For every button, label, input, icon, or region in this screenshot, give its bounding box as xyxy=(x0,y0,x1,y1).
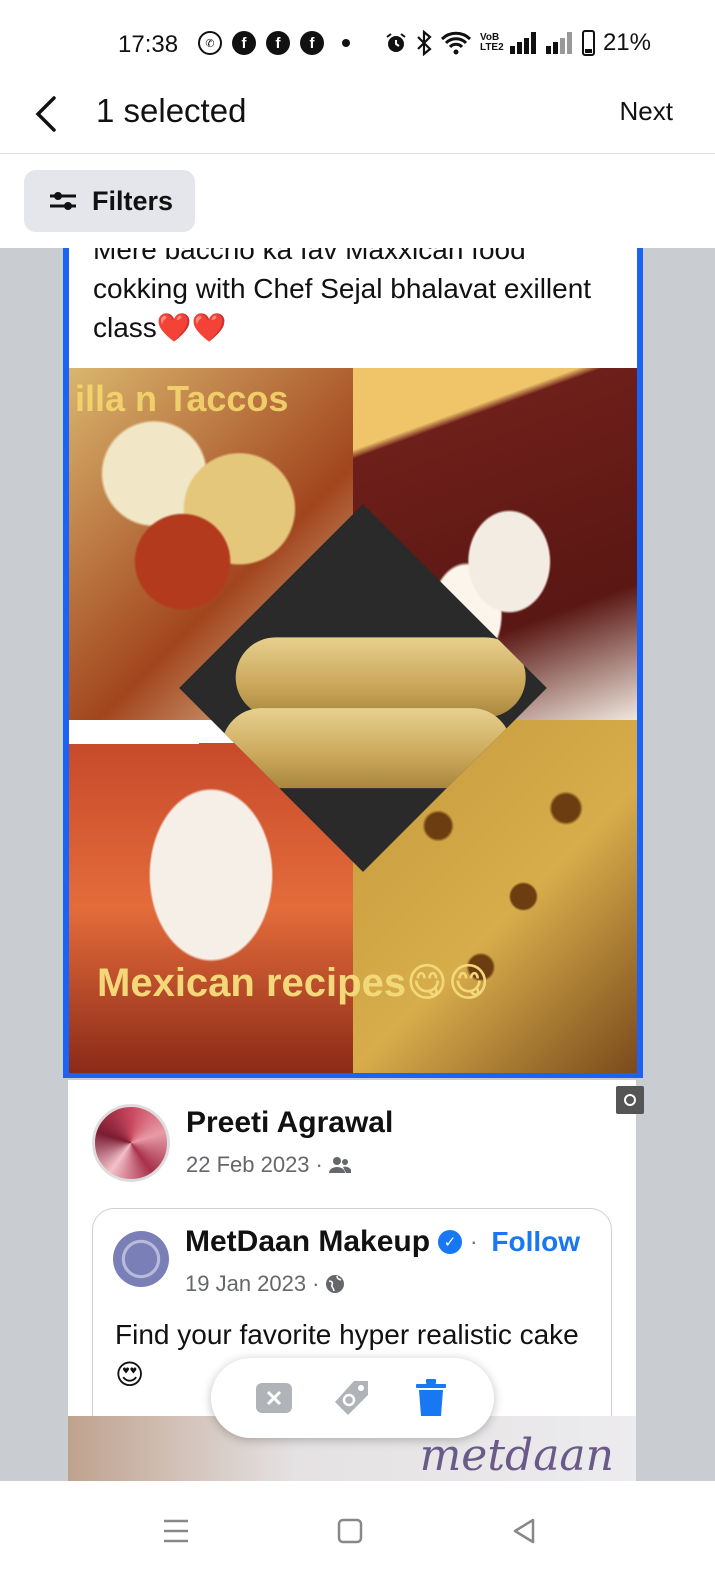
photo-caption-bottom: Mexican recipes😋😋 xyxy=(97,961,490,1005)
next-button[interactable]: Next xyxy=(620,96,673,127)
bluetooth-icon xyxy=(417,30,432,56)
menu-icon xyxy=(164,1519,188,1543)
status-bar: 17:38 ✆ f f f VoB LTE2 21% xyxy=(0,0,715,90)
page-name[interactable]: MetDaan Makeup xyxy=(185,1225,430,1259)
triangle-back-icon xyxy=(513,1518,535,1544)
battery-icon xyxy=(581,30,595,56)
facebook-icon: f xyxy=(232,31,256,55)
select-checkbox[interactable] xyxy=(616,1086,644,1114)
whatsapp-icon: ✆ xyxy=(198,31,222,55)
signal-icon-2 xyxy=(545,32,572,54)
system-nav-bar xyxy=(0,1481,715,1590)
separator-dot: · xyxy=(470,1229,478,1254)
shared-post-date: 19 Jan 2023 · xyxy=(185,1271,345,1297)
back-arrow-icon xyxy=(35,96,56,132)
shared-post-date-text: 19 Jan 2023 xyxy=(185,1271,307,1296)
home-button[interactable] xyxy=(330,1511,370,1551)
avatar[interactable] xyxy=(92,1104,170,1182)
facebook-icon: f xyxy=(300,31,324,55)
remove-button[interactable] xyxy=(252,1376,296,1420)
system-back-button[interactable] xyxy=(504,1511,544,1551)
follow-button[interactable]: Follow xyxy=(491,1226,580,1258)
post-text: Mere baccho ka fav Maxxican food cokking… xyxy=(93,248,592,343)
volte-label: VoB LTE2 xyxy=(479,32,504,53)
verified-badge-icon: ✓ xyxy=(438,1230,463,1254)
globe-icon xyxy=(326,1275,345,1293)
status-time: 17:38 xyxy=(118,31,179,58)
post-author[interactable]: Preeti Agrawal xyxy=(186,1106,393,1140)
sliders-icon xyxy=(50,192,76,210)
recent-apps-button[interactable] xyxy=(156,1511,196,1551)
selected-post-card[interactable]: Mere baccho ka fav Maxxican food cokking… xyxy=(63,248,643,1078)
friends-audience-icon xyxy=(328,1157,351,1173)
photo-caption-top: illa n Taccos xyxy=(75,378,289,419)
post-photo-collage[interactable]: illa n Taccos Mexican recipes😋😋 xyxy=(69,368,637,1073)
tag-button[interactable] xyxy=(330,1376,374,1420)
selection-actions-bar xyxy=(211,1358,494,1438)
post-date: 22 Feb 2023 · xyxy=(186,1152,351,1178)
alarm-icon xyxy=(386,33,406,52)
close-box-icon xyxy=(256,1383,293,1413)
facebook-icon: f xyxy=(266,31,290,55)
page-title: 1 selected xyxy=(96,92,247,129)
wifi-icon xyxy=(440,31,472,55)
post-date-text: 22 Feb 2023 xyxy=(186,1152,310,1177)
more-notifications-dot xyxy=(342,39,350,47)
trash-icon xyxy=(415,1379,446,1416)
system-icons: VoB LTE2 21% xyxy=(384,29,651,57)
tag-icon xyxy=(335,1381,369,1415)
filters-button[interactable]: Filters xyxy=(24,170,195,232)
delete-button[interactable] xyxy=(409,1376,453,1420)
separator-dot: · xyxy=(312,1271,320,1296)
page-name-row: MetDaan Makeup ✓ · Follow xyxy=(185,1225,580,1259)
back-button[interactable] xyxy=(28,94,68,134)
square-icon xyxy=(337,1518,363,1544)
page-avatar[interactable] xyxy=(113,1231,169,1287)
battery-level: 21% xyxy=(602,29,651,56)
notification-icons: ✆ f f f xyxy=(198,31,350,55)
separator-dot: · xyxy=(315,1152,323,1177)
radio-circle-icon xyxy=(624,1094,636,1106)
collage-divider xyxy=(69,720,199,744)
filters-bar: Filters xyxy=(0,154,715,248)
feed: Mere baccho ka fav Maxxican food cokking… xyxy=(0,248,715,1481)
taquito-roll xyxy=(235,637,526,718)
selection-header: 1 selected Next xyxy=(0,90,715,154)
filters-label: Filters xyxy=(92,185,174,216)
signal-icon xyxy=(509,32,536,54)
